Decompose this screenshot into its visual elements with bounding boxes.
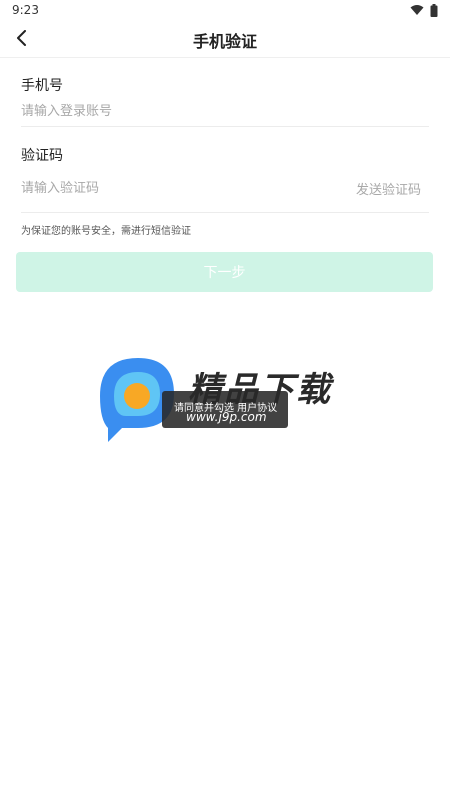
next-button[interactable]: 下一步 [16,252,433,292]
code-label: 验证码 [21,148,63,164]
code-divider [21,212,429,213]
page-title: 手机验证 [192,32,257,51]
wifi-icon [410,5,424,15]
phone-label: 手机号 [21,78,63,94]
status-icons [410,3,438,17]
status-time: 9:23 [12,3,39,17]
code-input[interactable] [21,178,301,198]
send-code-button[interactable]: 发送验证码 [356,179,421,198]
phone-input[interactable] [21,101,401,121]
watermark-url: www.j9p.com [186,410,267,424]
security-hint: 为保证您的账号安全，需进行短信验证 [21,226,191,237]
status-bar: 9:23 [0,0,450,20]
phone-divider [21,126,429,127]
battery-icon [430,3,438,17]
nav-bar: 手机验证 [0,20,450,58]
